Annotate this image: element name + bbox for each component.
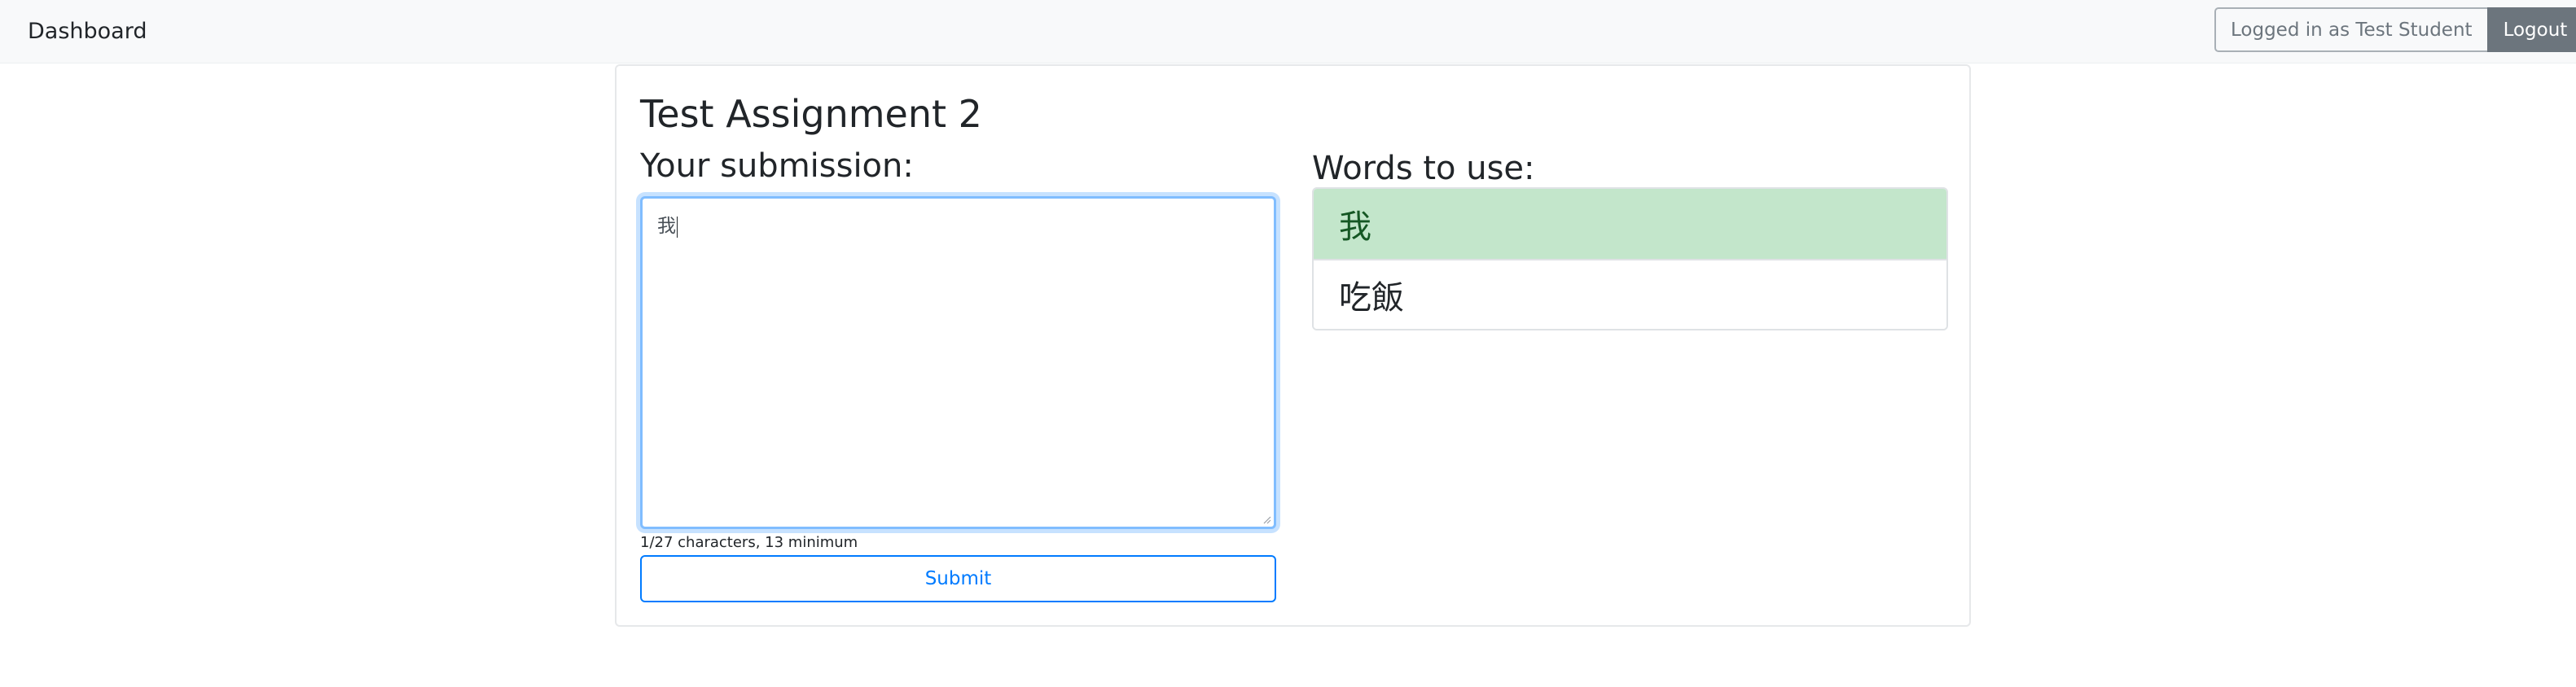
text-cursor [677,216,678,238]
submission-text: 我 [657,210,678,238]
words-list: 我 吃飯 [1312,187,1948,330]
dashboard-link[interactable]: Dashboard [28,0,147,63]
submit-button[interactable]: Submit [640,555,1276,602]
character-counter: 1/27 characters, 13 minimum [640,534,858,551]
logout-button[interactable]: Logout [2486,7,2576,52]
word-item-used: 我 [1314,189,1946,259]
submission-text-value: 我 [657,216,676,237]
submission-textarea[interactable]: 我 [640,196,1276,529]
user-button-group: Logged in as Test Student Logout [2214,7,2576,52]
word-item: 吃飯 [1314,259,1946,329]
logged-in-status-button[interactable]: Logged in as Test Student [2214,7,2487,52]
submission-heading: Your submission: [640,147,914,185]
assignment-title: Test Assignment 2 [640,92,982,136]
top-navbar: Dashboard Logged in as Test Student Logo… [0,0,2576,63]
assignment-card: Test Assignment 2 Your submission: Words… [615,64,1971,627]
resize-handle-icon[interactable] [1262,514,1271,524]
words-heading: Words to use: [1312,150,1535,187]
